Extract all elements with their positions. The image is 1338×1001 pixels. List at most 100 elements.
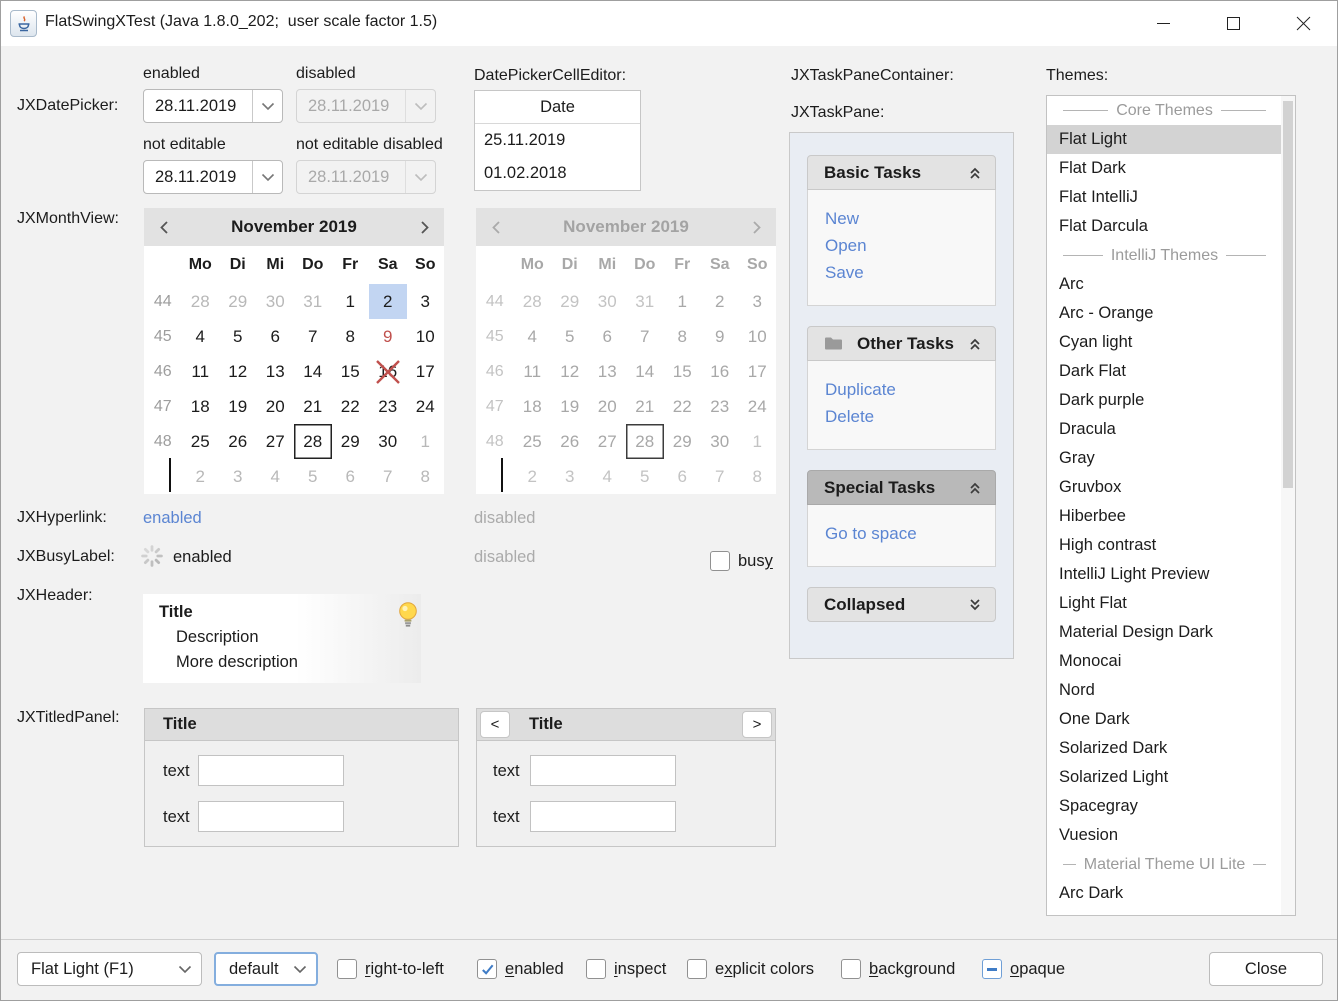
theme-list-item[interactable]: Material Design Dark bbox=[1047, 618, 1282, 647]
theme-list-item[interactable]: Spacegray bbox=[1047, 792, 1282, 821]
theme-combobox[interactable]: Flat Light (F1) bbox=[17, 952, 202, 986]
calendar-day[interactable]: 4 bbox=[182, 319, 220, 354]
calendar-day[interactable]: 5 bbox=[219, 319, 257, 354]
checkbox-inspect[interactable] bbox=[586, 959, 606, 979]
calendar-day[interactable]: 17 bbox=[407, 354, 445, 389]
calendar-day[interactable]: 22 bbox=[332, 389, 370, 424]
prev-month-icon[interactable] bbox=[144, 208, 184, 246]
theme-list-item[interactable]: Solarized Dark bbox=[1047, 734, 1282, 763]
checkbox-explicit-colors[interactable] bbox=[687, 959, 707, 979]
checkbox-background[interactable] bbox=[841, 959, 861, 979]
calendar-day[interactable]: 8 bbox=[332, 319, 370, 354]
theme-list-item[interactable]: Flat IntelliJ bbox=[1047, 183, 1282, 212]
checkbox-group[interactable]: explicit colors bbox=[687, 952, 814, 986]
chevron-down-icon[interactable] bbox=[252, 90, 282, 122]
calendar-day[interactable]: 6 bbox=[257, 319, 295, 354]
checkbox-group[interactable]: opaque bbox=[982, 952, 1065, 986]
font-size-combobox[interactable]: default bbox=[214, 952, 318, 986]
calendar-day[interactable]: 24 bbox=[407, 389, 445, 424]
taskpane-header[interactable]: Special Tasks bbox=[807, 470, 996, 505]
theme-list-item[interactable]: Gruvbox bbox=[1047, 473, 1282, 502]
calendar-day[interactable]: 26 bbox=[219, 424, 257, 459]
calendar-day[interactable]: 28 bbox=[182, 284, 220, 319]
theme-list-item[interactable]: Arc Dark Contrast bbox=[1047, 908, 1282, 916]
checkbox-group[interactable]: enabled bbox=[477, 952, 564, 986]
calendar-day[interactable]: 6 bbox=[332, 459, 370, 494]
calendar-day[interactable]: 10 bbox=[407, 319, 445, 354]
calendar-day[interactable]: 30 bbox=[257, 284, 295, 319]
next-month-icon[interactable] bbox=[404, 208, 444, 246]
theme-list-item[interactable]: Flat Darcula bbox=[1047, 212, 1282, 241]
text-input[interactable] bbox=[198, 801, 344, 832]
datepicker-value[interactable]: 28.11.2019 bbox=[144, 97, 252, 116]
calendar-day[interactable]: 16 bbox=[369, 354, 407, 389]
calendar-day[interactable]: 7 bbox=[294, 319, 332, 354]
calendar-day[interactable]: 12 bbox=[219, 354, 257, 389]
calendar-day[interactable]: 19 bbox=[219, 389, 257, 424]
checkbox-group[interactable]: inspect bbox=[586, 952, 666, 986]
calendar-day[interactable]: 13 bbox=[257, 354, 295, 389]
text-input[interactable] bbox=[530, 801, 676, 832]
calendar-day[interactable]: 30 bbox=[369, 424, 407, 459]
calendar-day[interactable]: 27 bbox=[257, 424, 295, 459]
theme-list-item[interactable]: Vuesion bbox=[1047, 821, 1282, 850]
calendar-day[interactable]: 23 bbox=[369, 389, 407, 424]
taskpane-header[interactable]: Basic Tasks bbox=[807, 155, 996, 190]
checkbox-enabled[interactable] bbox=[477, 959, 497, 979]
checkbox-opaque[interactable] bbox=[982, 959, 1002, 979]
theme-list-item[interactable]: Nord bbox=[1047, 676, 1282, 705]
prev-button[interactable]: < bbox=[480, 711, 510, 738]
expand-icon[interactable] bbox=[967, 597, 983, 613]
collapse-icon[interactable] bbox=[967, 165, 983, 181]
scrollbar[interactable] bbox=[1281, 96, 1295, 915]
datepicker-not-editable[interactable]: 28.11.2019 bbox=[143, 160, 283, 194]
table-row[interactable]: 25.11.2019 bbox=[475, 124, 640, 157]
task-link[interactable]: Duplicate bbox=[825, 376, 995, 403]
calendar-day[interactable]: 18 bbox=[182, 389, 220, 424]
theme-list-item[interactable]: Arc - Orange bbox=[1047, 299, 1282, 328]
close-button[interactable]: Close bbox=[1209, 952, 1323, 986]
calendar-day[interactable]: 28 bbox=[294, 424, 332, 459]
theme-list-item[interactable]: Arc bbox=[1047, 270, 1282, 299]
collapse-icon[interactable] bbox=[967, 480, 983, 496]
task-link[interactable]: Save bbox=[825, 259, 995, 286]
task-link[interactable]: New bbox=[825, 205, 995, 232]
taskpane-header[interactable]: Other Tasks bbox=[807, 326, 996, 361]
theme-list-item[interactable]: Light Flat bbox=[1047, 589, 1282, 618]
theme-list-item[interactable]: Monocai bbox=[1047, 647, 1282, 676]
busy-checkbox[interactable]: busy bbox=[710, 544, 773, 578]
scrollbar-thumb[interactable] bbox=[1283, 101, 1293, 488]
datepicker-value[interactable]: 28.11.2019 bbox=[144, 168, 252, 187]
calendar-day[interactable]: 3 bbox=[219, 459, 257, 494]
theme-list-item[interactable]: IntelliJ Light Preview bbox=[1047, 560, 1282, 589]
calendar-day[interactable]: 1 bbox=[407, 424, 445, 459]
theme-list-item[interactable]: Hiberbee bbox=[1047, 502, 1282, 531]
calendar-day[interactable]: 3 bbox=[407, 284, 445, 319]
theme-list-item[interactable]: Dark purple bbox=[1047, 386, 1282, 415]
theme-list-item[interactable]: Dark Flat bbox=[1047, 357, 1282, 386]
theme-list-item[interactable]: High contrast bbox=[1047, 531, 1282, 560]
calendar-day[interactable]: 15 bbox=[332, 354, 370, 389]
text-input[interactable] bbox=[530, 755, 676, 786]
task-link[interactable]: Go to space bbox=[825, 520, 995, 547]
calendar-day[interactable]: 7 bbox=[369, 459, 407, 494]
calendar-day[interactable]: 31 bbox=[294, 284, 332, 319]
calendar-day[interactable]: 4 bbox=[257, 459, 295, 494]
task-link[interactable]: Delete bbox=[825, 403, 995, 430]
calendar-day[interactable]: 14 bbox=[294, 354, 332, 389]
checkbox-group[interactable]: right-to-left bbox=[337, 952, 444, 986]
hyperlink-enabled[interactable]: enabled bbox=[143, 509, 202, 528]
calendar-day[interactable]: 25 bbox=[182, 424, 220, 459]
task-link[interactable]: Open bbox=[825, 232, 995, 259]
theme-list-item[interactable]: Dracula bbox=[1047, 415, 1282, 444]
next-button[interactable]: > bbox=[742, 711, 772, 738]
table-row[interactable]: 01.02.2018 bbox=[475, 157, 640, 190]
checkbox-right-to-left[interactable] bbox=[337, 959, 357, 979]
monthview-enabled[interactable]: November 2019MoDiMiDoFrSaSo4428293031123… bbox=[144, 208, 444, 494]
text-input[interactable] bbox=[198, 755, 344, 786]
taskpane-header[interactable]: Collapsed bbox=[807, 587, 996, 622]
calendar-day[interactable]: 2 bbox=[369, 284, 407, 319]
calendar-day[interactable]: 8 bbox=[407, 459, 445, 494]
maximize-button[interactable] bbox=[1210, 1, 1257, 45]
calendar-day[interactable]: 5 bbox=[294, 459, 332, 494]
